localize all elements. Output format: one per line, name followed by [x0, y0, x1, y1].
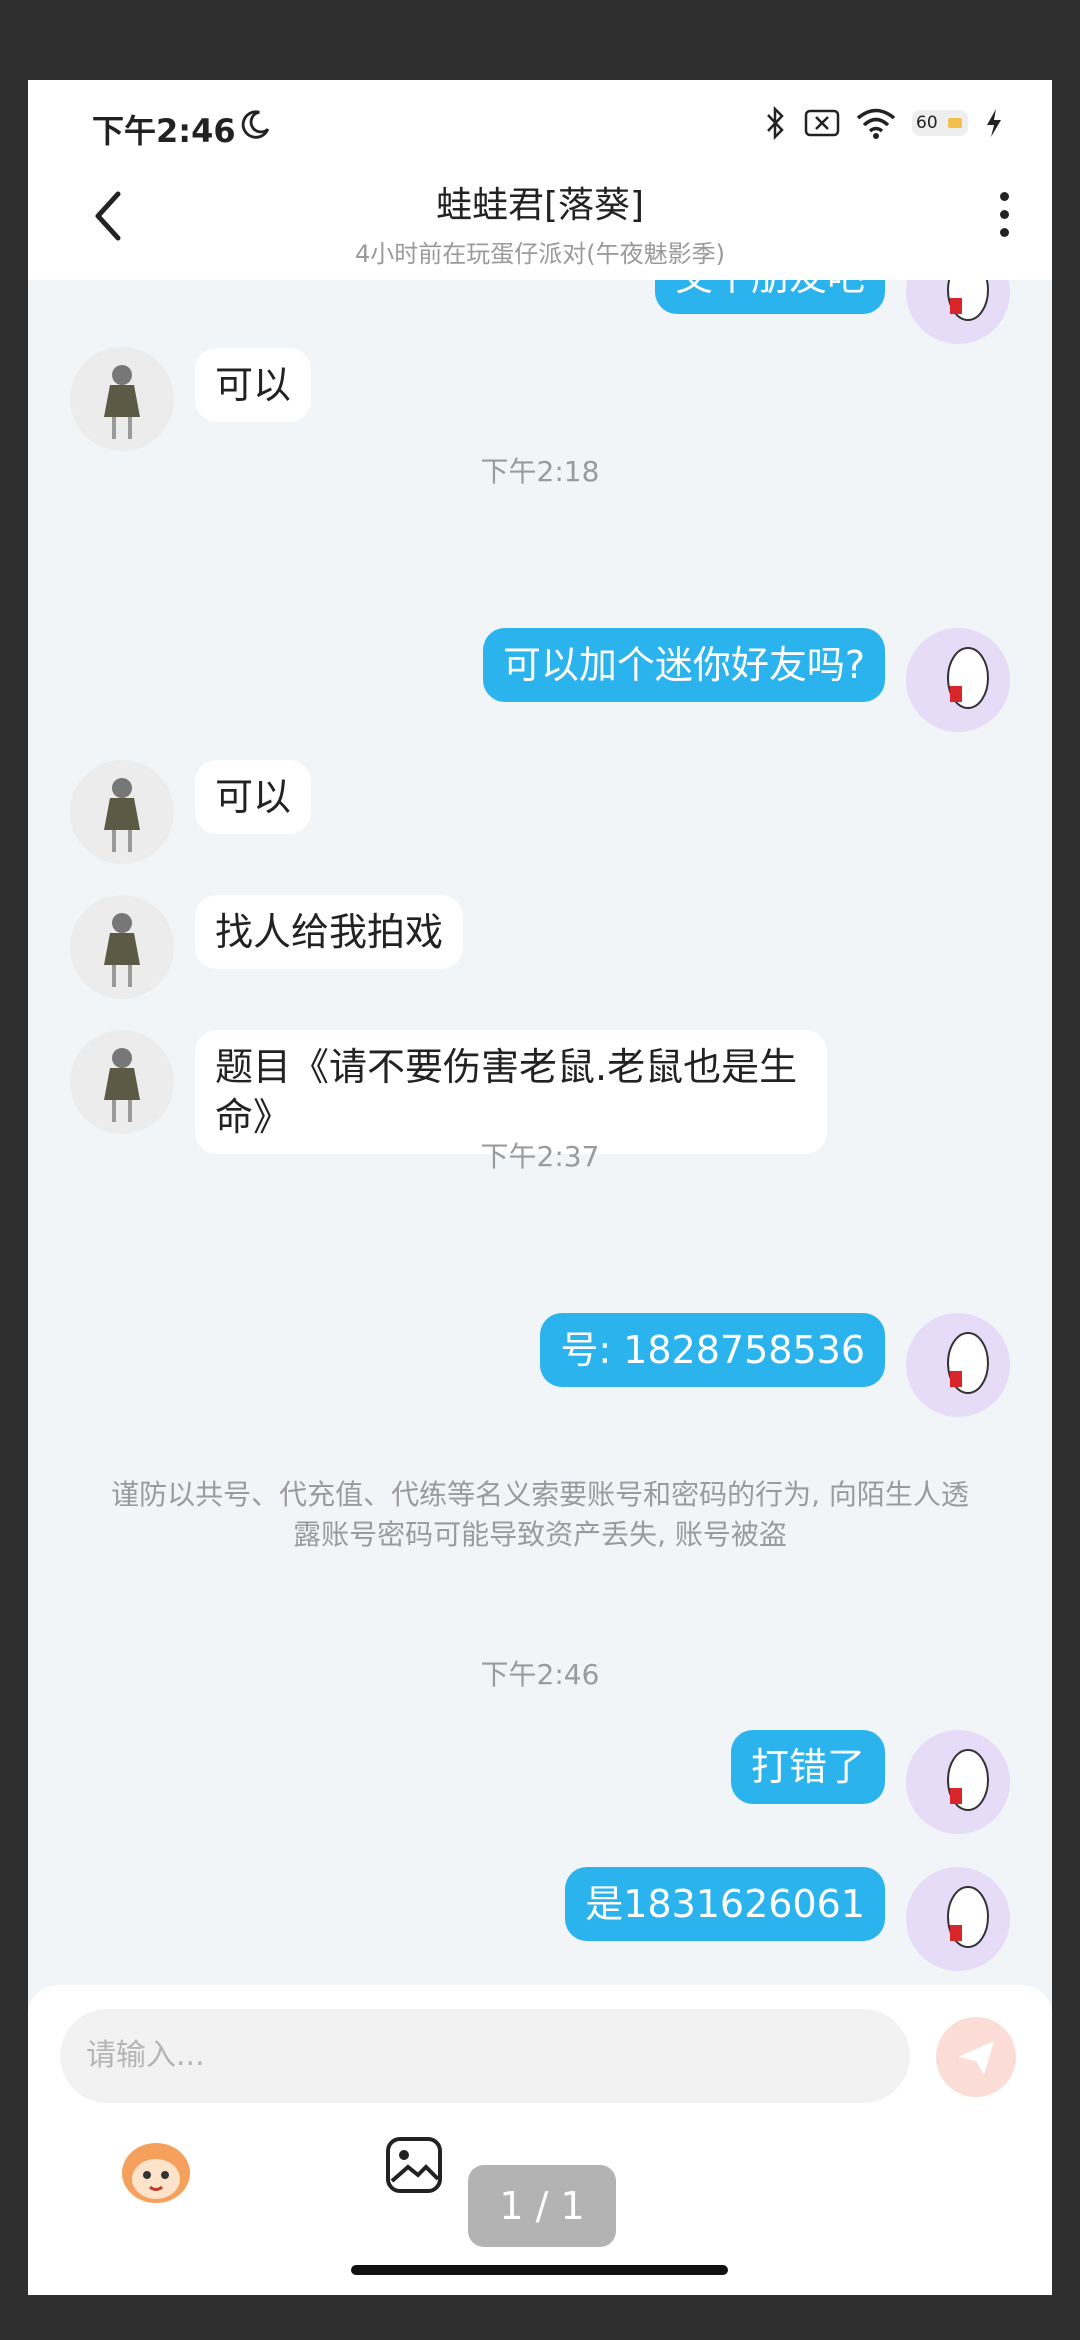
battery-indicator: 60: [912, 110, 968, 136]
contact-avatar[interactable]: [70, 760, 174, 864]
timestamp: 下午2:18: [480, 455, 600, 488]
send-icon: [958, 2041, 994, 2075]
message-bubble-self[interactable]: 打错了: [730, 1730, 885, 1804]
charging-icon: [987, 109, 1001, 137]
wifi-icon: [856, 108, 896, 139]
self-avatar[interactable]: [906, 628, 1010, 732]
contact-avatar[interactable]: [70, 1030, 174, 1134]
contact-avatar[interactable]: [70, 895, 174, 999]
message-bubble-other[interactable]: 找人给我拍戏: [195, 895, 464, 969]
message-bubble-self[interactable]: 号: 1828758536: [540, 1313, 885, 1387]
message-bubble-other[interactable]: 可以: [195, 348, 312, 422]
message-input[interactable]: 请输入...: [60, 2009, 910, 2103]
message-bubble-self[interactable]: 是1831626061: [565, 1867, 885, 1941]
status-time: 下午2:46: [92, 112, 236, 150]
message-bubble-self[interactable]: 交个朋友吧: [654, 280, 885, 314]
chat-screen: 下午2:46 60 蛙蛙君[落葵] 4小时前在玩蛋仔派对(午夜魅影季) 交个朋友…: [28, 80, 1052, 2295]
security-notice: 谨防以共号、代充值、代练等名义索要账号和密码的行为, 向陌生人透露账号密码可能导…: [111, 1478, 969, 1551]
image-icon[interactable]: [384, 2135, 444, 2195]
page-indicator: 1 / 1: [468, 2165, 616, 2247]
timestamp: 下午2:46: [480, 1658, 600, 1691]
message-bubble-self[interactable]: 可以加个迷你好友吗?: [482, 628, 885, 702]
self-avatar[interactable]: [906, 1730, 1010, 1834]
status-icons: 60: [764, 106, 1004, 140]
timestamp: 下午2:37: [480, 1140, 600, 1173]
more-menu-icon[interactable]: [996, 192, 1012, 240]
send-button[interactable]: [936, 2017, 1016, 2097]
bluetooth-icon: [767, 106, 784, 140]
top-bar: 下午2:46 60 蛙蛙君[落葵] 4小时前在玩蛋仔派对(午夜魅影季): [28, 80, 1052, 280]
message-bubble-other[interactable]: 可以: [195, 760, 312, 834]
chat-title-block: 蛙蛙君[落葵] 4小时前在玩蛋仔派对(午夜魅影季): [228, 176, 852, 269]
moon-icon: [241, 110, 270, 139]
home-indicator[interactable]: [351, 2265, 728, 2275]
input-panel: 请输入... 1 / 1: [28, 1985, 1052, 2295]
contact-avatar[interactable]: [70, 347, 174, 451]
emoji-mascot-icon[interactable]: [118, 2135, 194, 2205]
self-avatar[interactable]: [906, 1867, 1010, 1971]
contact-name: 蛙蛙君[落葵]: [435, 185, 645, 226]
message-list[interactable]: 交个朋友吧 可以 下午2:18 可以加个迷你好友吗? 可以 找人给我拍戏 题: [28, 280, 1052, 2065]
contact-activity: 4小时前在玩蛋仔派对(午夜魅影季): [355, 240, 725, 268]
self-avatar[interactable]: [906, 280, 1010, 344]
no-sim-icon: [804, 109, 840, 137]
self-avatar[interactable]: [906, 1313, 1010, 1417]
back-arrow-icon[interactable]: [88, 186, 128, 246]
